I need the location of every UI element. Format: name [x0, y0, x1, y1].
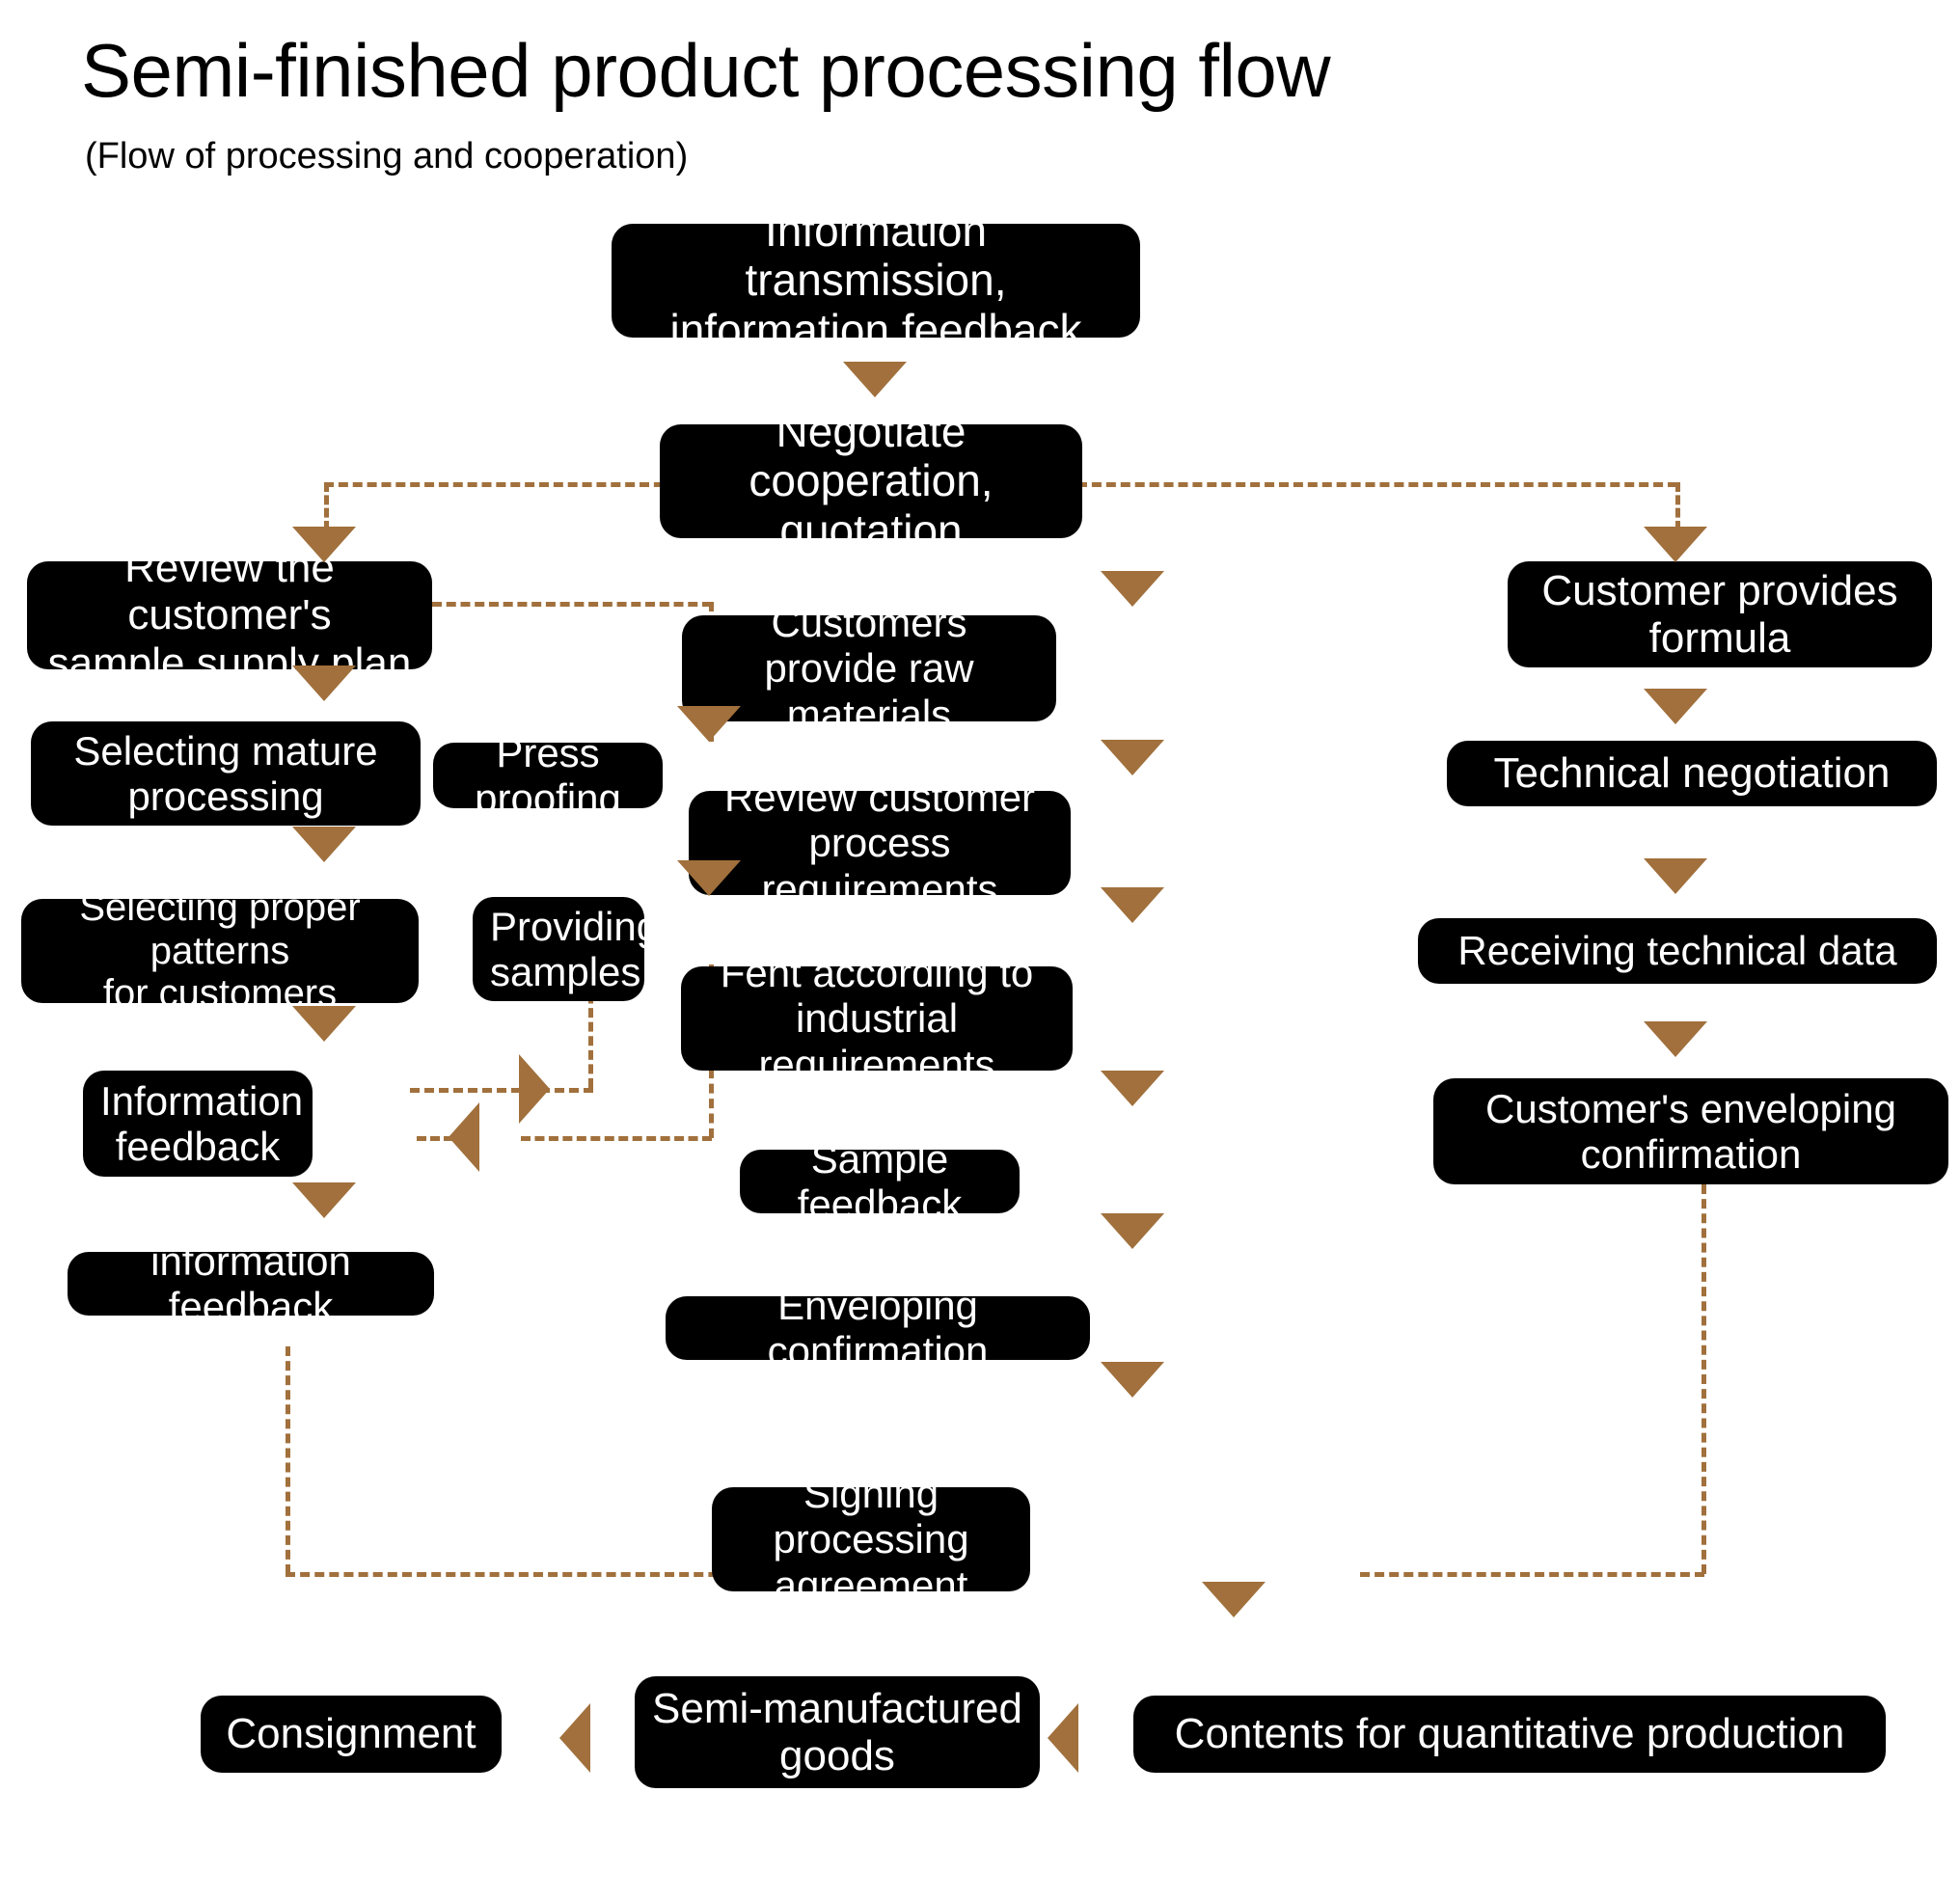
arrow-signing-to-contents	[1202, 1582, 1266, 1617]
node-customers-enveloping-confirmation-label: Customer's enveloping confirmation	[1485, 1085, 1896, 1177]
node-information-feedback-lower[interactable]: information feedback	[68, 1238, 434, 1329]
node-press-proofing-label: Press proofing	[475, 729, 621, 821]
arrow-pressproofing-to-providingsamples	[677, 860, 741, 896]
arrow-infofeedback-to-pressproofing	[519, 1054, 550, 1124]
node-sample-feedback[interactable]: Sample feedback	[740, 1136, 1020, 1227]
node-consignment-label: Consignment	[226, 1710, 476, 1758]
node-negotiate-cooperation-label: Negotiate cooperation, quotation	[749, 405, 994, 556]
arrow-to-review-sample-plan	[292, 527, 356, 562]
node-enveloping-confirmation[interactable]: Enveloping confirmation	[666, 1283, 1090, 1373]
connector-providingsamples-to-infofeedback-h	[521, 1136, 712, 1141]
page-subtitle: (Flow of processing and cooperation)	[85, 136, 689, 177]
node-signing-processing-agreement[interactable]: Signing processing agreement	[712, 1471, 1030, 1608]
connector-negotiate-to-right-branch-h	[1077, 482, 1677, 487]
node-receiving-technical-data-label: Receiving technical data	[1457, 928, 1897, 974]
node-semi-manufactured-goods[interactable]: Semi-manufactured goods	[635, 1676, 1040, 1788]
node-selecting-mature-processing-label: Selecting mature processing	[73, 727, 378, 819]
node-fent-industrial-requirements[interactable]: Fent according to industrial requirements	[681, 950, 1073, 1087]
node-contents-for-quantitative-production-label: Contents for quantitative production	[1174, 1710, 1845, 1758]
node-customers-provide-raw-materials-label: Customers provide raw materials	[764, 600, 974, 737]
flowchart-canvas: Semi-finished product processing flow (F…	[0, 0, 1960, 1901]
page-title: Semi-finished product processing flow	[81, 28, 1331, 113]
node-consignment[interactable]: Consignment	[201, 1696, 502, 1773]
node-signing-processing-agreement-label: Signing processing agreement	[773, 1471, 969, 1608]
node-selecting-proper-patterns[interactable]: Selecting proper patterns for customers	[21, 886, 419, 1015]
arrow-samplefeedback-to-enveloping	[1101, 1213, 1164, 1249]
arrow-receivingdata-to-customerenveloping	[1644, 1021, 1707, 1057]
arrow-reviewprocess-to-fent	[1101, 887, 1164, 923]
node-customer-provides-formula[interactable]: Customer provides formula	[1508, 561, 1932, 667]
arrow-semimanufactured-to-consignment	[559, 1703, 590, 1773]
node-review-customer-process-requirements[interactable]: Review customer process requirements	[689, 774, 1071, 911]
connector-to-infofeedback-right-arrow-h	[410, 1088, 593, 1093]
arrow-infofeedback-to-infofeedback2	[292, 1182, 356, 1218]
node-customer-provides-formula-label: Customer provides formula	[1541, 566, 1898, 662]
connector-customerenveloping-to-signing-h	[1360, 1572, 1704, 1577]
node-information-feedback-lower-label: information feedback	[150, 1237, 351, 1329]
node-technical-negotiation-label: Technical negotiation	[1493, 749, 1891, 798]
node-information-feedback-upper-label: Information feedback	[100, 1077, 304, 1169]
node-receiving-technical-data[interactable]: Receiving technical data	[1418, 918, 1937, 984]
node-selecting-proper-patterns-label: Selecting proper patterns for customers	[79, 885, 361, 1016]
arrow-to-press-proofing	[677, 706, 741, 742]
connector-sampleplan-to-pressproofing-h	[432, 602, 712, 607]
arrow-infotransmission-to-negotiate	[843, 362, 907, 397]
node-semi-manufactured-goods-label: Semi-manufactured goods	[652, 1684, 1022, 1779]
arrow-patterns-to-infofeedback	[292, 1006, 356, 1042]
connector-negotiate-to-left-branch-v	[324, 482, 329, 530]
node-selecting-mature-processing[interactable]: Selecting mature processing	[31, 721, 421, 826]
arrow-technicalnegotiation-to-receivingdata	[1644, 858, 1707, 894]
node-review-customer-process-requirements-label: Review customer process requirements	[723, 774, 1036, 911]
arrow-formula-to-technical-negotiation	[1644, 689, 1707, 724]
node-contents-for-quantitative-production[interactable]: Contents for quantitative production	[1133, 1696, 1886, 1773]
node-fent-industrial-requirements-label: Fent according to industrial requirements	[720, 950, 1034, 1087]
connector-infofeedback2-down-v	[286, 1346, 290, 1574]
node-information-transmission[interactable]: Information transmission, information fee…	[612, 205, 1140, 354]
node-providing-samples[interactable]: Providing samples	[473, 897, 660, 1001]
connector-customerenveloping-down-v	[1701, 1184, 1706, 1574]
node-technical-negotiation[interactable]: Technical negotiation	[1447, 741, 1937, 806]
node-review-sample-supply-plan-label: Review the customer's sample supply plan	[47, 544, 412, 687]
node-press-proofing[interactable]: Press proofing	[433, 730, 663, 821]
node-negotiate-cooperation[interactable]: Negotiate cooperation, quotation	[660, 406, 1082, 555]
node-providing-samples-label: Providing samples	[490, 903, 660, 994]
arrow-contents-to-semimanufactured	[1048, 1703, 1078, 1773]
connector-negotiate-to-right-branch-v	[1675, 482, 1680, 530]
node-customers-enveloping-confirmation[interactable]: Customer's enveloping confirmation	[1433, 1078, 1948, 1184]
arrow-samples-to-infofeedback	[449, 1102, 479, 1172]
arrow-selectingmature-to-patterns	[292, 827, 356, 862]
node-sample-feedback-label: Sample feedback	[797, 1135, 963, 1227]
arrow-customersraw-to-reviewprocess	[1101, 740, 1164, 775]
arrow-sampleplan-to-selectingmature	[292, 665, 356, 701]
node-information-transmission-label: Information transmission, information fee…	[669, 204, 1082, 355]
arrow-enveloping-to-signing	[1101, 1362, 1164, 1398]
arrow-fent-to-samplefeedback	[1101, 1071, 1164, 1106]
node-enveloping-confirmation-label: Enveloping confirmation	[767, 1282, 989, 1373]
arrow-negotiate-to-customers-raw	[1101, 571, 1164, 607]
node-review-sample-supply-plan[interactable]: Review the customer's sample supply plan	[27, 544, 432, 687]
node-information-feedback-upper[interactable]: Information feedback	[83, 1071, 313, 1177]
arrow-to-customer-provides-formula	[1644, 527, 1707, 562]
